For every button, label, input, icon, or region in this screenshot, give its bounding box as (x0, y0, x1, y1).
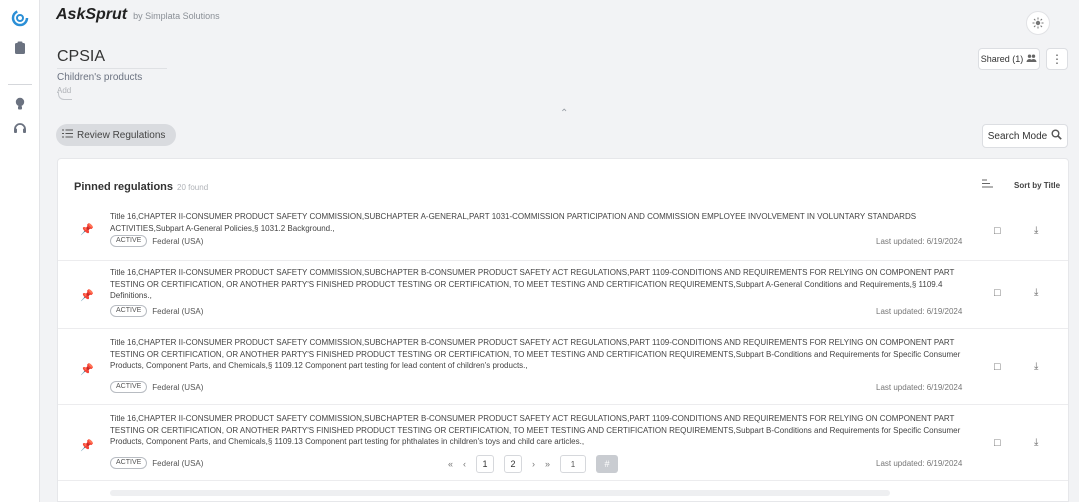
jurisdiction-label: Federal (USA) (152, 382, 204, 392)
last-updated-label: Last updated: 6/19/2024 (876, 459, 963, 468)
search-mode-label: Search Mode (987, 130, 1048, 142)
download-icon[interactable]: ⤓ (1034, 437, 1038, 448)
comment-icon[interactable]: □ (994, 225, 1001, 237)
regulation-meta: ACTIVE Federal (USA) (110, 381, 203, 393)
last-updated-label: Last updated: 6/19/2024 (876, 237, 963, 246)
status-badge: ACTIVE (110, 305, 148, 317)
comment-icon[interactable]: □ (994, 361, 1001, 373)
last-page-icon[interactable]: » (545, 459, 550, 469)
go-to-page-button[interactable]: # (596, 455, 619, 473)
regulation-row[interactable]: 📌 Title 16,CHAPTER II-CONSUMER PRODUCT S… (58, 329, 1068, 405)
page-1-button[interactable]: 1 (476, 455, 495, 473)
comment-icon[interactable]: □ (994, 287, 1001, 299)
regulation-text[interactable]: Title 16,CHAPTER II-CONSUMER PRODUCT SAF… (110, 267, 976, 302)
regulation-row[interactable]: 📌 Title 16,CHAPTER II-CONSUMER PRODUCT S… (58, 205, 1068, 261)
last-updated-label: Last updated: 6/19/2024 (876, 383, 963, 392)
results-count: 20 found (177, 183, 209, 192)
first-page-icon[interactable]: « (448, 459, 453, 469)
panel-title: Pinned regulations 20 found (74, 181, 208, 193)
regulation-text[interactable]: Title 16,CHAPTER II-CONSUMER PRODUCT SAF… (110, 211, 976, 234)
lightbulb-icon[interactable] (10, 94, 30, 114)
more-options-button[interactable]: ⋮ (1046, 48, 1068, 70)
sort-by-title-button[interactable]: Sort by Title (1014, 181, 1060, 190)
page-2-button[interactable]: 2 (504, 455, 523, 473)
regulation-meta: ACTIVE Federal (USA) (110, 457, 203, 469)
pinned-regulations-title: Pinned regulations (74, 181, 174, 193)
pagination: « ‹ 1 2 › » 1 # (448, 454, 619, 474)
regulation-meta: ACTIVE Federal (USA) (110, 235, 203, 247)
next-page-icon[interactable]: › (532, 459, 535, 469)
download-icon[interactable]: ⤓ (1034, 225, 1038, 236)
add-tag-icon[interactable] (58, 92, 72, 100)
last-updated-label: Last updated: 6/19/2024 (876, 307, 963, 316)
headset-icon[interactable] (10, 118, 30, 138)
brand: AskSprut by Simplata Solutions (56, 6, 220, 24)
page-number-input[interactable]: 1 (560, 455, 587, 473)
title-underline (57, 68, 167, 69)
brand-subtitle: by Simplata Solutions (133, 11, 220, 21)
search-mode-button[interactable]: Search Mode (982, 124, 1068, 148)
prev-page-icon[interactable]: ‹ (463, 459, 466, 469)
status-badge: ACTIVE (110, 457, 148, 469)
download-icon[interactable]: ⤓ (1034, 361, 1038, 372)
page-title[interactable]: CPSIA (57, 48, 105, 66)
review-regulations-label: Review Regulations (77, 129, 166, 141)
shared-button-label: Shared (1) (980, 54, 1024, 64)
next-row-preview (110, 490, 890, 496)
sun-icon[interactable] (1026, 11, 1050, 35)
sort-lines-icon[interactable] (982, 179, 993, 191)
regulation-text[interactable]: Title 16,CHAPTER II-CONSUMER PRODUCT SAF… (110, 413, 976, 448)
jurisdiction-label: Federal (USA) (152, 306, 204, 316)
rail-divider (8, 84, 32, 85)
jurisdiction-label: Federal (USA) (152, 458, 204, 468)
jurisdiction-label: Federal (USA) (152, 236, 204, 246)
regulation-row[interactable]: 📌 Title 16,CHAPTER II-CONSUMER PRODUCT S… (58, 261, 1068, 329)
shared-button[interactable]: Shared (1) (978, 48, 1040, 70)
status-badge: ACTIVE (110, 235, 148, 247)
clipboard-icon[interactable] (10, 38, 30, 58)
users-icon (1026, 54, 1037, 64)
review-regulations-button[interactable]: Review Regulations (56, 124, 176, 146)
brand-name: AskSprut (56, 6, 128, 23)
regulation-text[interactable]: Title 16,CHAPTER II-CONSUMER PRODUCT SAF… (110, 337, 976, 372)
pin-icon[interactable]: 📌 (80, 223, 94, 236)
collapse-header-chevron-icon[interactable]: ⌃ (560, 108, 568, 119)
search-icon (1051, 129, 1063, 143)
pin-icon[interactable]: 📌 (80, 439, 94, 452)
pin-icon[interactable]: 📌 (80, 289, 94, 302)
pin-icon[interactable]: 📌 (80, 363, 94, 376)
pinned-regulations-panel: Pinned regulations 20 found Sort by Title… (57, 158, 1069, 502)
list-check-icon (62, 129, 73, 141)
status-badge: ACTIVE (110, 381, 148, 393)
regulation-meta: ACTIVE Federal (USA) (110, 305, 203, 317)
left-rail (0, 0, 40, 502)
page-description[interactable]: Children's products (57, 72, 142, 83)
comment-icon[interactable]: □ (994, 437, 1001, 449)
kebab-icon: ⋮ (1051, 52, 1063, 66)
hash-icon: # (604, 459, 610, 469)
spiral-logo-icon[interactable] (10, 8, 30, 28)
download-icon[interactable]: ⤓ (1034, 287, 1038, 298)
